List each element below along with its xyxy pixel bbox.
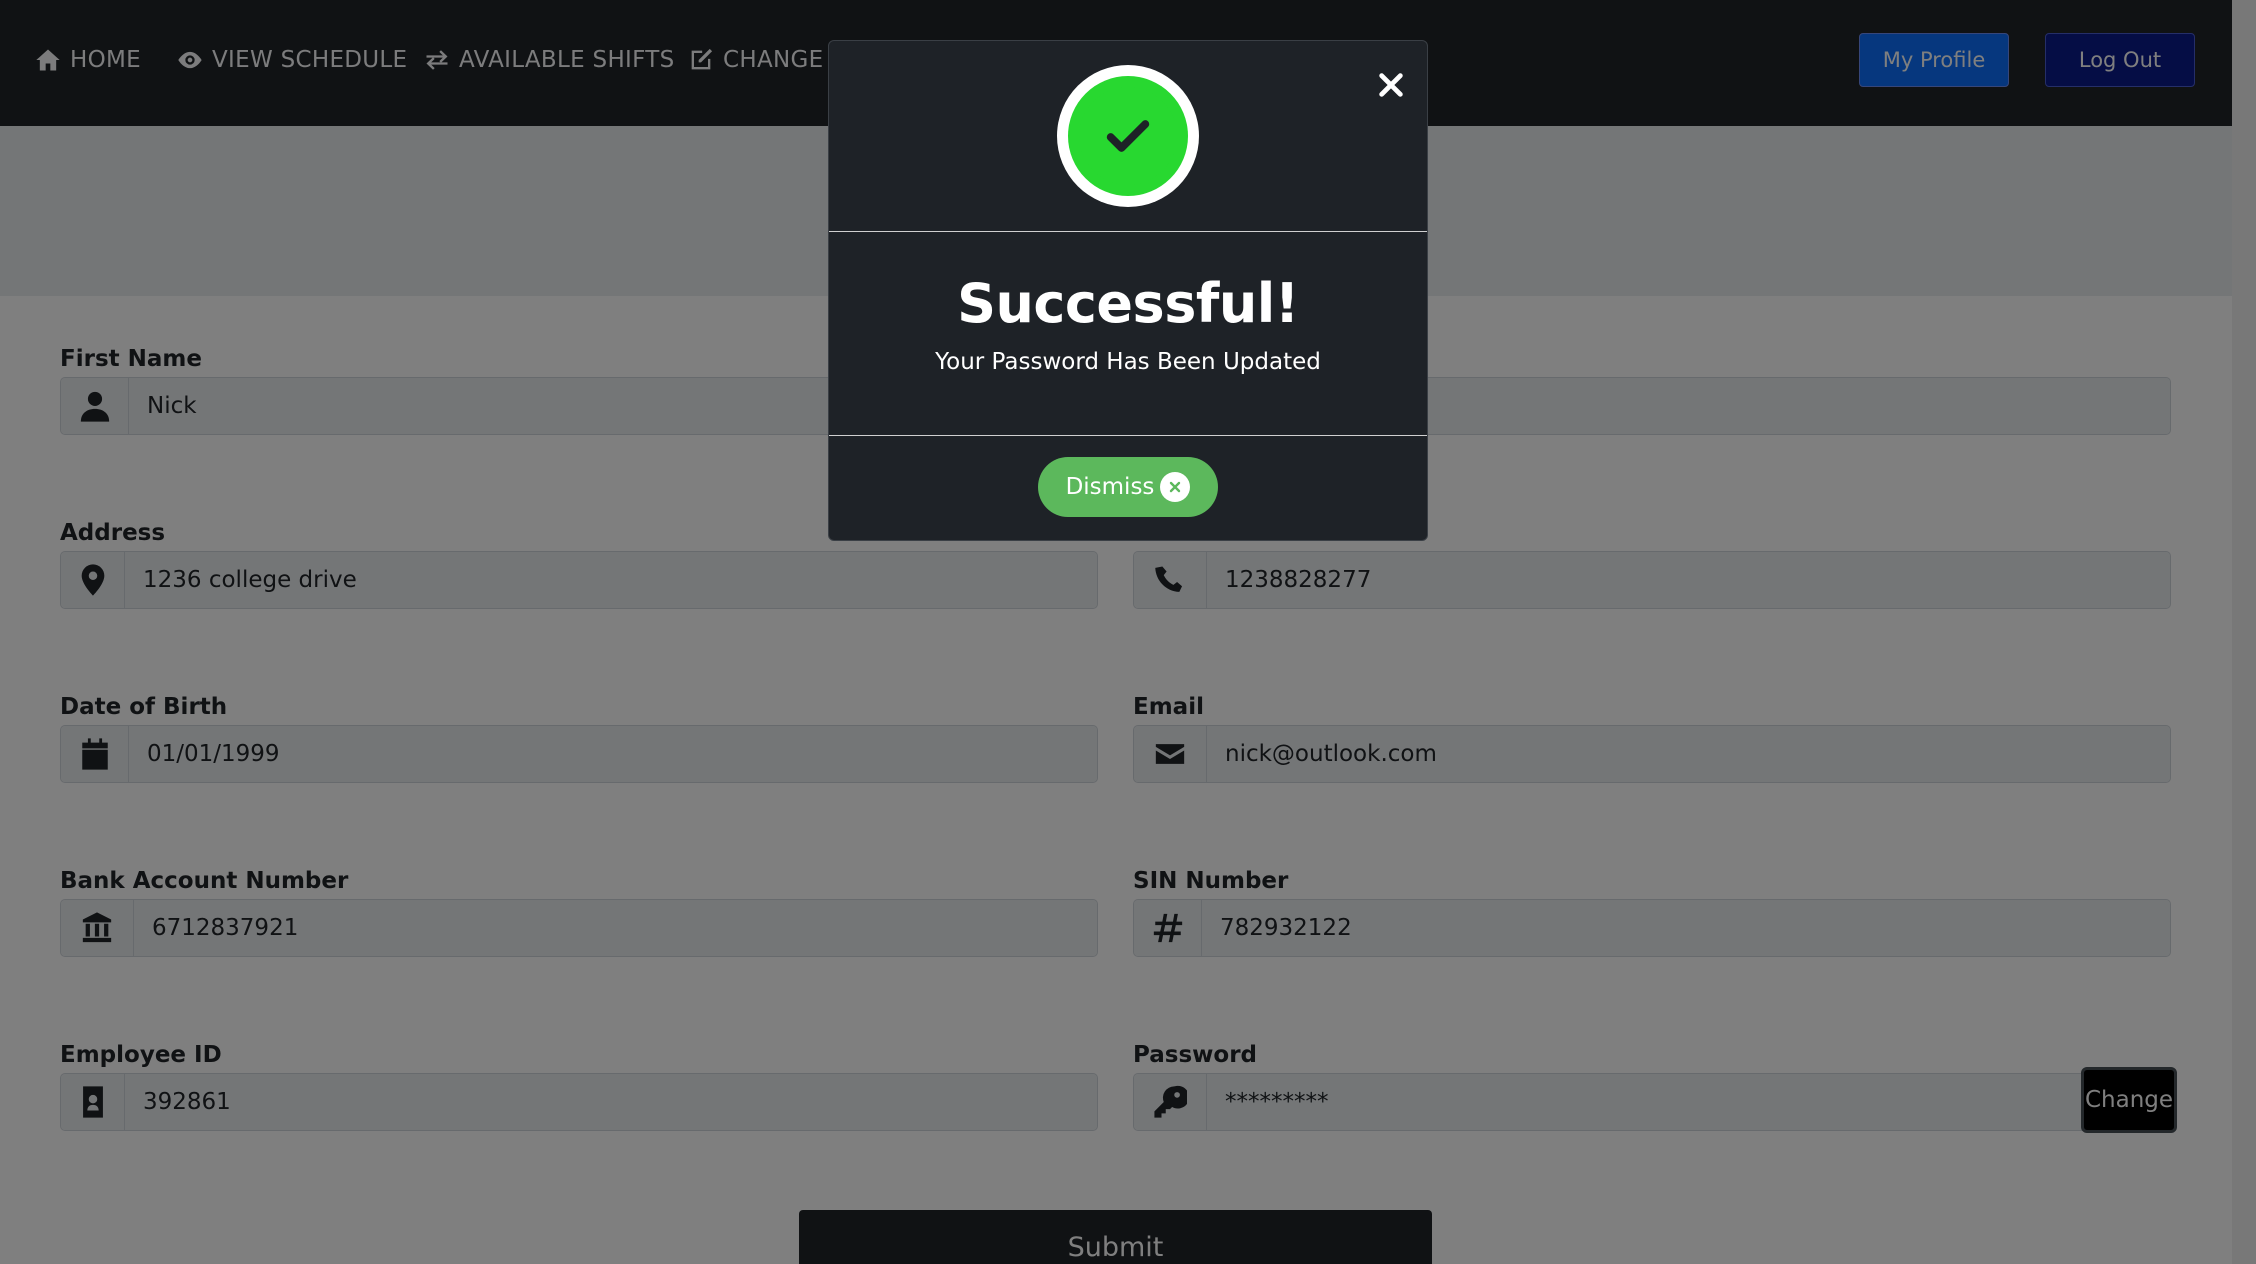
close-icon[interactable] xyxy=(1375,69,1407,101)
close-circle-icon xyxy=(1160,472,1191,502)
success-modal: Successful! Your Password Has Been Updat… xyxy=(828,40,1428,541)
modal-body: Successful! Your Password Has Been Updat… xyxy=(829,232,1427,436)
modal-message: Your Password Has Been Updated xyxy=(935,349,1321,375)
modal-header xyxy=(829,41,1427,232)
success-check-icon xyxy=(1057,65,1199,207)
dismiss-label: Dismiss xyxy=(1065,474,1155,500)
modal-title: Successful! xyxy=(957,272,1299,335)
modal-footer: Dismiss xyxy=(829,436,1427,540)
dismiss-button[interactable]: Dismiss xyxy=(1038,457,1218,517)
